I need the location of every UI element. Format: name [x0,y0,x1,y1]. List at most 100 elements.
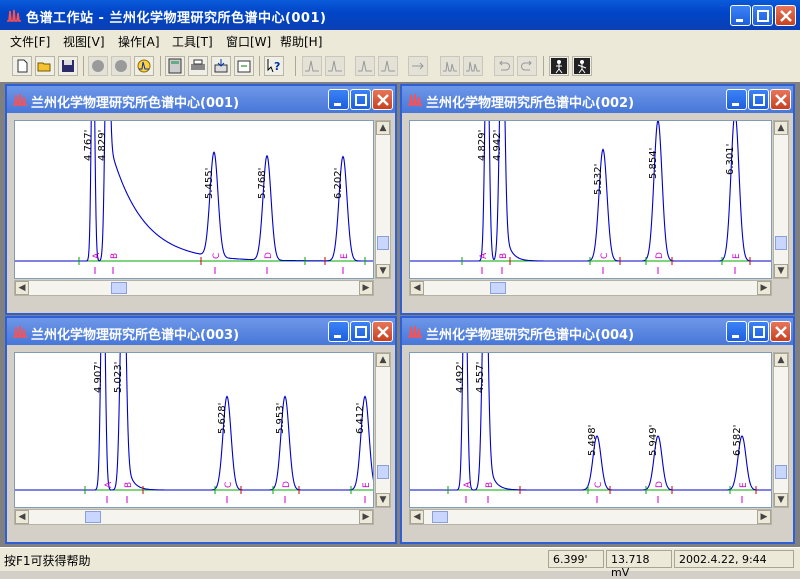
child-close-button[interactable] [372,89,393,110]
peak-tool-1-button[interactable] [302,56,322,76]
horizontal-scrollbar[interactable]: ◀ ▶ [409,280,772,296]
child-title-bar[interactable]: 兰州化学物理研究所色谱中心(002) [402,86,793,113]
tile-vertical-button[interactable] [549,56,569,76]
mdi-workspace: 兰州化学物理研究所色谱中心(001) 4.767' A 4.829' B 5.455' C… [0,82,800,547]
chromatogram-window-3[interactable]: 兰州化学物理研究所色谱中心(003) 4.907' A 5.023' B 5.628' C… [5,316,397,544]
minimize-button[interactable] [730,5,751,26]
scroll-left-icon[interactable]: ◀ [410,510,424,524]
close-icon [775,326,787,338]
scroll-left-icon[interactable]: ◀ [15,510,29,524]
menu-file[interactable]: 文件[F] [10,33,50,50]
vertical-scroll-thumb[interactable] [775,236,787,250]
horizontal-scrollbar[interactable]: ◀ ▶ [409,509,772,525]
peak-annotation: 6.301' E [725,144,742,274]
child-minimize-button[interactable] [328,89,349,110]
scroll-left-icon[interactable]: ◀ [410,281,424,295]
integrate-1-button[interactable] [440,56,460,76]
child-title-bar[interactable]: 兰州化学物理研究所色谱中心(003) [7,318,395,345]
open-file-button[interactable] [35,56,55,76]
chromatogram-plot[interactable]: 4.767' A 4.829' B 5.455' C 5.768' D 6.202' E [14,120,374,279]
child-close-button[interactable] [770,321,791,342]
child-title-bar[interactable]: 兰州化学物理研究所色谱中心(001) [7,86,395,113]
scroll-up-icon[interactable]: ▲ [774,121,788,135]
child-minimize-button[interactable] [726,89,747,110]
scroll-down-icon[interactable]: ▼ [774,264,788,278]
peak-annotation: 5.854' D [648,148,665,274]
peak-label: A [463,481,473,488]
peak-retention-time: 6.202' [333,168,344,199]
maximize-icon [753,326,765,338]
peak-label: C [600,253,610,259]
horizontal-scroll-thumb[interactable] [111,282,127,294]
scroll-left-icon[interactable]: ◀ [15,281,29,295]
save-button[interactable] [58,56,78,76]
peak-tool-2-button[interactable] [325,56,345,76]
export-button[interactable] [234,56,254,76]
scroll-right-icon[interactable]: ▶ [757,510,771,524]
horizontal-scrollbar[interactable]: ◀ ▶ [14,280,374,296]
scroll-right-icon[interactable]: ▶ [359,281,373,295]
child-maximize-button[interactable] [748,89,769,110]
vertical-scroll-thumb[interactable] [377,236,389,250]
peak-retention-time: 5.949' [648,425,659,456]
run-button[interactable] [88,56,108,76]
peak-tool-3-button[interactable] [355,56,375,76]
scroll-down-icon[interactable]: ▼ [774,493,788,507]
horizontal-scroll-thumb[interactable] [432,511,448,523]
redo-icon [521,60,532,71]
scroll-up-icon[interactable]: ▲ [774,353,788,367]
horizontal-scroll-thumb[interactable] [85,511,101,523]
integrate-2-button[interactable] [463,56,483,76]
maximize-button[interactable] [752,5,773,26]
scroll-down-icon[interactable]: ▼ [376,264,390,278]
scroll-up-icon[interactable]: ▲ [376,353,390,367]
vertical-scroll-thumb[interactable] [377,465,389,479]
scroll-right-icon[interactable]: ▶ [757,281,771,295]
tile-horizontal-button[interactable] [572,56,592,76]
vertical-scrollbar[interactable]: ▲ ▼ [375,120,391,279]
baseline-tool-button[interactable] [408,56,428,76]
scroll-right-icon[interactable]: ▶ [359,510,373,524]
stop-button[interactable] [111,56,131,76]
menu-view[interactable]: 视图[V] [63,33,105,50]
peak-retention-time: 5.768' [257,168,268,199]
child-title-bar[interactable]: 兰州化学物理研究所色谱中心(004) [402,318,793,345]
menu-operation[interactable]: 操作[A] [118,33,160,50]
child-close-button[interactable] [372,321,393,342]
peak-tool-4-button[interactable] [378,56,398,76]
peak-label: D [264,252,274,259]
context-help-button[interactable]: ? [264,56,284,76]
vertical-scrollbar[interactable]: ▲ ▼ [375,352,391,508]
undo-button[interactable] [494,56,514,76]
menu-help[interactable]: 帮助[H] [280,33,322,50]
scroll-down-icon[interactable]: ▼ [376,493,390,507]
scroll-up-icon[interactable]: ▲ [376,121,390,135]
chromatogram-plot[interactable]: 4.492' A 4.557' B 5.498' C 5.949' D 6.582' E [409,352,772,508]
child-minimize-button[interactable] [328,321,349,342]
vertical-scrollbar[interactable]: ▲ ▼ [773,352,789,508]
child-minimize-button[interactable] [726,321,747,342]
vertical-scroll-thumb[interactable] [775,465,787,479]
chromatogram-window-4[interactable]: 兰州化学物理研究所色谱中心(004) 4.492' A 4.557' B 5.498' C… [400,316,795,544]
vertical-scrollbar[interactable]: ▲ ▼ [773,120,789,279]
redo-button[interactable] [517,56,537,76]
child-maximize-button[interactable] [350,321,371,342]
close-button[interactable] [775,5,796,26]
child-maximize-button[interactable] [350,89,371,110]
new-file-button[interactable] [12,56,32,76]
horizontal-scrollbar[interactable]: ◀ ▶ [14,509,374,525]
chromatogram-window-2[interactable]: 兰州化学物理研究所色谱中心(002) 4.829' A 4.942' B 5.532' C… [400,84,795,315]
menu-window[interactable]: 窗口[W] [226,33,271,50]
chromatogram-window-1[interactable]: 兰州化学物理研究所色谱中心(001) 4.767' A 4.829' B 5.455' C… [5,84,397,315]
horizontal-scroll-thumb[interactable] [490,282,506,294]
chromatogram-plot[interactable]: 4.907' A 5.023' B 5.628' C 5.953' D 6.412' E [14,352,374,508]
menu-tools[interactable]: 工具[T] [172,33,213,50]
peak-label: E [362,482,372,488]
print-button[interactable] [188,56,208,76]
child-close-button[interactable] [770,89,791,110]
import-button[interactable] [211,56,231,76]
child-maximize-button[interactable] [748,321,769,342]
chromatogram-plot[interactable]: 4.829' A 4.942' B 5.532' C 5.854' D 6.301' E [409,120,772,279]
acquire-button[interactable] [134,56,154,76]
calculator-button[interactable] [165,56,185,76]
